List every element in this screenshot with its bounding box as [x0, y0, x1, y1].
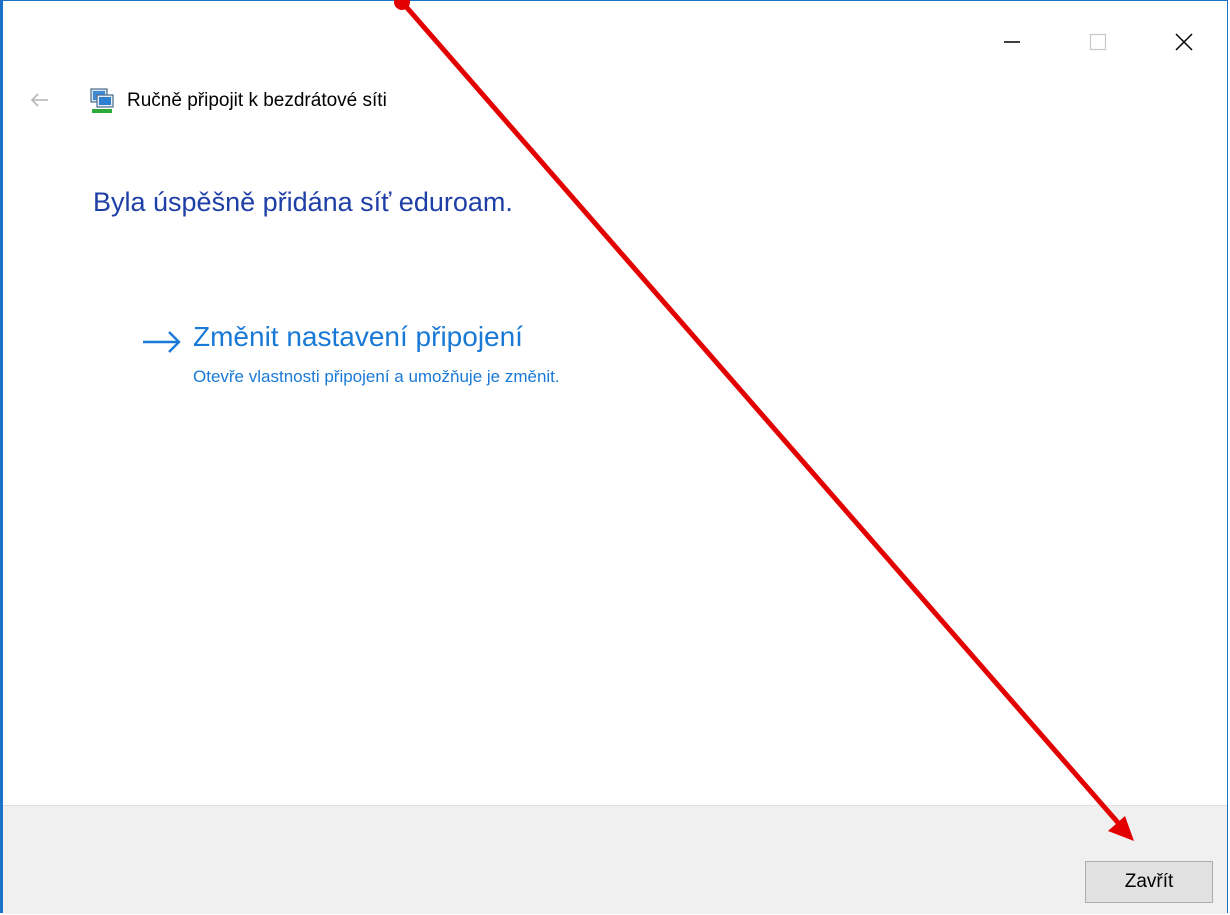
page-heading: Byla úspěšně přidána síť eduroam. — [93, 187, 513, 217]
minimize-button[interactable] — [969, 19, 1055, 65]
navigation-bar: Ručně připojit k bezdrátové síti — [3, 81, 1227, 121]
dialog-footer: Zavřít — [3, 805, 1227, 914]
close-window-button[interactable] — [1141, 19, 1227, 65]
network-icon — [90, 88, 114, 113]
command-link-description: Otevře vlastnosti připojení a umožňuje j… — [193, 367, 560, 386]
back-button[interactable] — [29, 89, 51, 111]
back-arrow-icon — [30, 93, 48, 107]
window-title: Ručně připojit k bezdrátové síti — [127, 90, 387, 111]
right-arrow-icon — [143, 331, 181, 353]
close-button[interactable]: Zavřít — [1085, 861, 1213, 903]
title-bar-controls — [969, 19, 1227, 65]
minimize-icon — [1004, 41, 1020, 43]
close-icon — [1175, 33, 1193, 51]
maximize-button[interactable] — [1055, 19, 1141, 65]
command-link-title: Změnit nastavení připojení — [193, 321, 523, 352]
dialog-window: Ručně připojit k bezdrátové síti Byla ús… — [0, 0, 1228, 914]
maximize-icon — [1089, 33, 1107, 51]
